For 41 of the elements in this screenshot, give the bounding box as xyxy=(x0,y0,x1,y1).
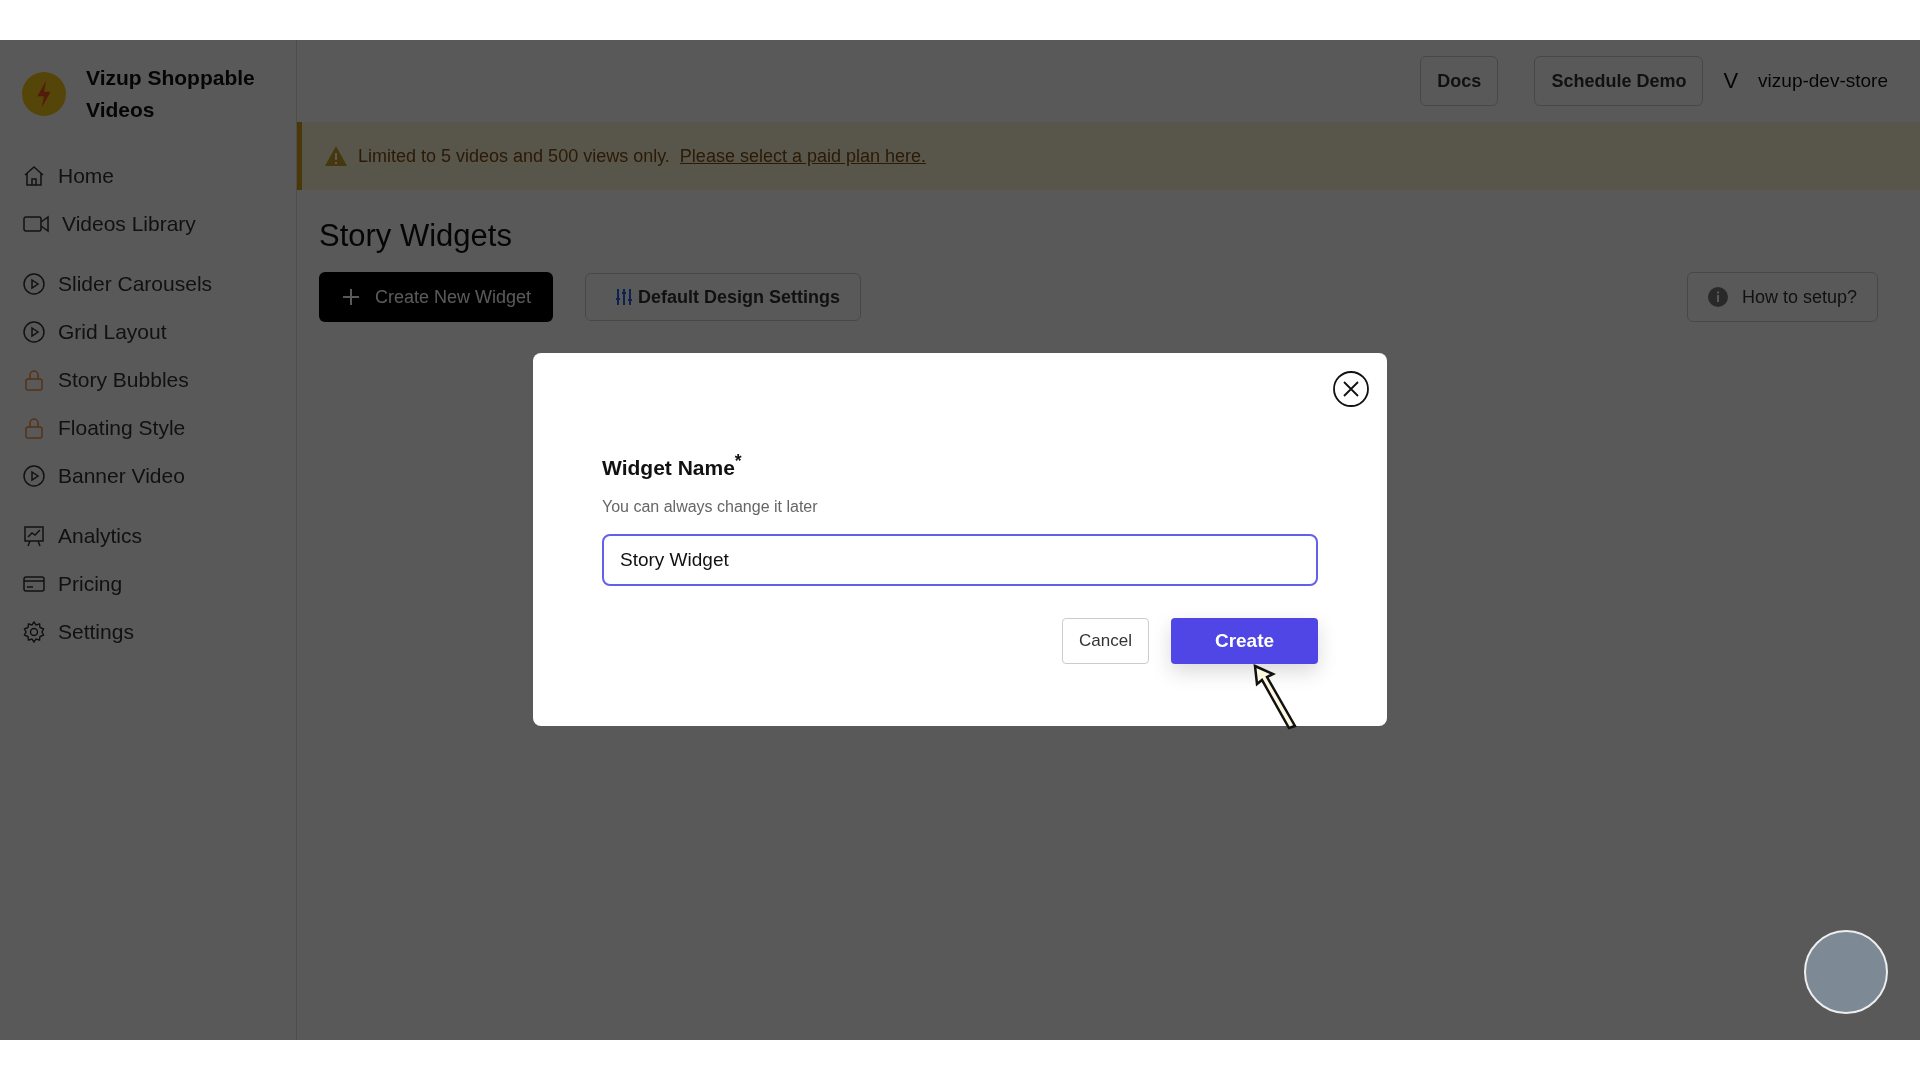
sidebar-item[interactable]: Banner Video xyxy=(22,452,296,500)
store-name[interactable]: vizup-dev-store xyxy=(1758,70,1888,92)
play-icon xyxy=(22,320,46,344)
mouse-pointer-icon xyxy=(1253,664,1297,730)
header-button[interactable]: Schedule Demo xyxy=(1534,56,1704,106)
warning-icon xyxy=(324,145,348,167)
chart-board-icon xyxy=(22,524,46,548)
page-title: Story Widgets xyxy=(319,218,513,254)
sidebar-item[interactable]: Settings xyxy=(22,608,296,656)
lock-icon xyxy=(22,368,46,392)
sidebar-item[interactable]: Analytics xyxy=(22,512,296,560)
setup-help-button[interactable]: How to setup? xyxy=(1686,272,1878,322)
field-label: Widget Name$^{*}$ xyxy=(602,451,743,480)
home-icon xyxy=(22,164,46,188)
lock-icon xyxy=(22,416,46,440)
plus-icon xyxy=(341,287,361,307)
settings-icon xyxy=(22,620,46,644)
cancel-button[interactable]: Cancel xyxy=(1062,618,1149,664)
sliders-icon xyxy=(614,287,635,307)
user-avatar[interactable]: V xyxy=(1723,68,1739,94)
play-icon xyxy=(22,272,46,296)
sidebar-item[interactable]: Pricing xyxy=(22,560,296,608)
info-icon xyxy=(1707,287,1728,307)
sidebar-item[interactable]: Story Bubbles xyxy=(22,356,296,404)
sidebar-item[interactable]: Grid Layout xyxy=(22,308,296,356)
sidebar-item[interactable]: Floating Style xyxy=(22,404,296,452)
sidebar-item[interactable]: Home xyxy=(22,152,296,200)
play-icon xyxy=(22,464,46,488)
app-name: Vizup Shoppable Videos xyxy=(86,65,256,123)
paid-plan-link[interactable]: Please select a paid plan here. xyxy=(679,145,927,167)
close-button[interactable] xyxy=(1333,371,1369,407)
create-button[interactable]: Create xyxy=(1171,618,1318,664)
design-settings-button[interactable]: Default Design Settings xyxy=(585,273,862,321)
banner-text: Limited to 5 videos and 500 views only. xyxy=(358,145,670,167)
bolt-logo-icon xyxy=(22,72,66,116)
field-hint: You can always change it later xyxy=(602,498,819,516)
widget-name-field[interactable]: Story Widget xyxy=(602,534,1318,586)
sidebar-item[interactable]: Videos Library xyxy=(22,200,296,248)
create-widget-button[interactable]: Create New Widget xyxy=(319,272,554,322)
sidebar-item[interactable]: Slider Carousels xyxy=(22,260,296,308)
header-button[interactable]: Docs xyxy=(1420,56,1499,106)
